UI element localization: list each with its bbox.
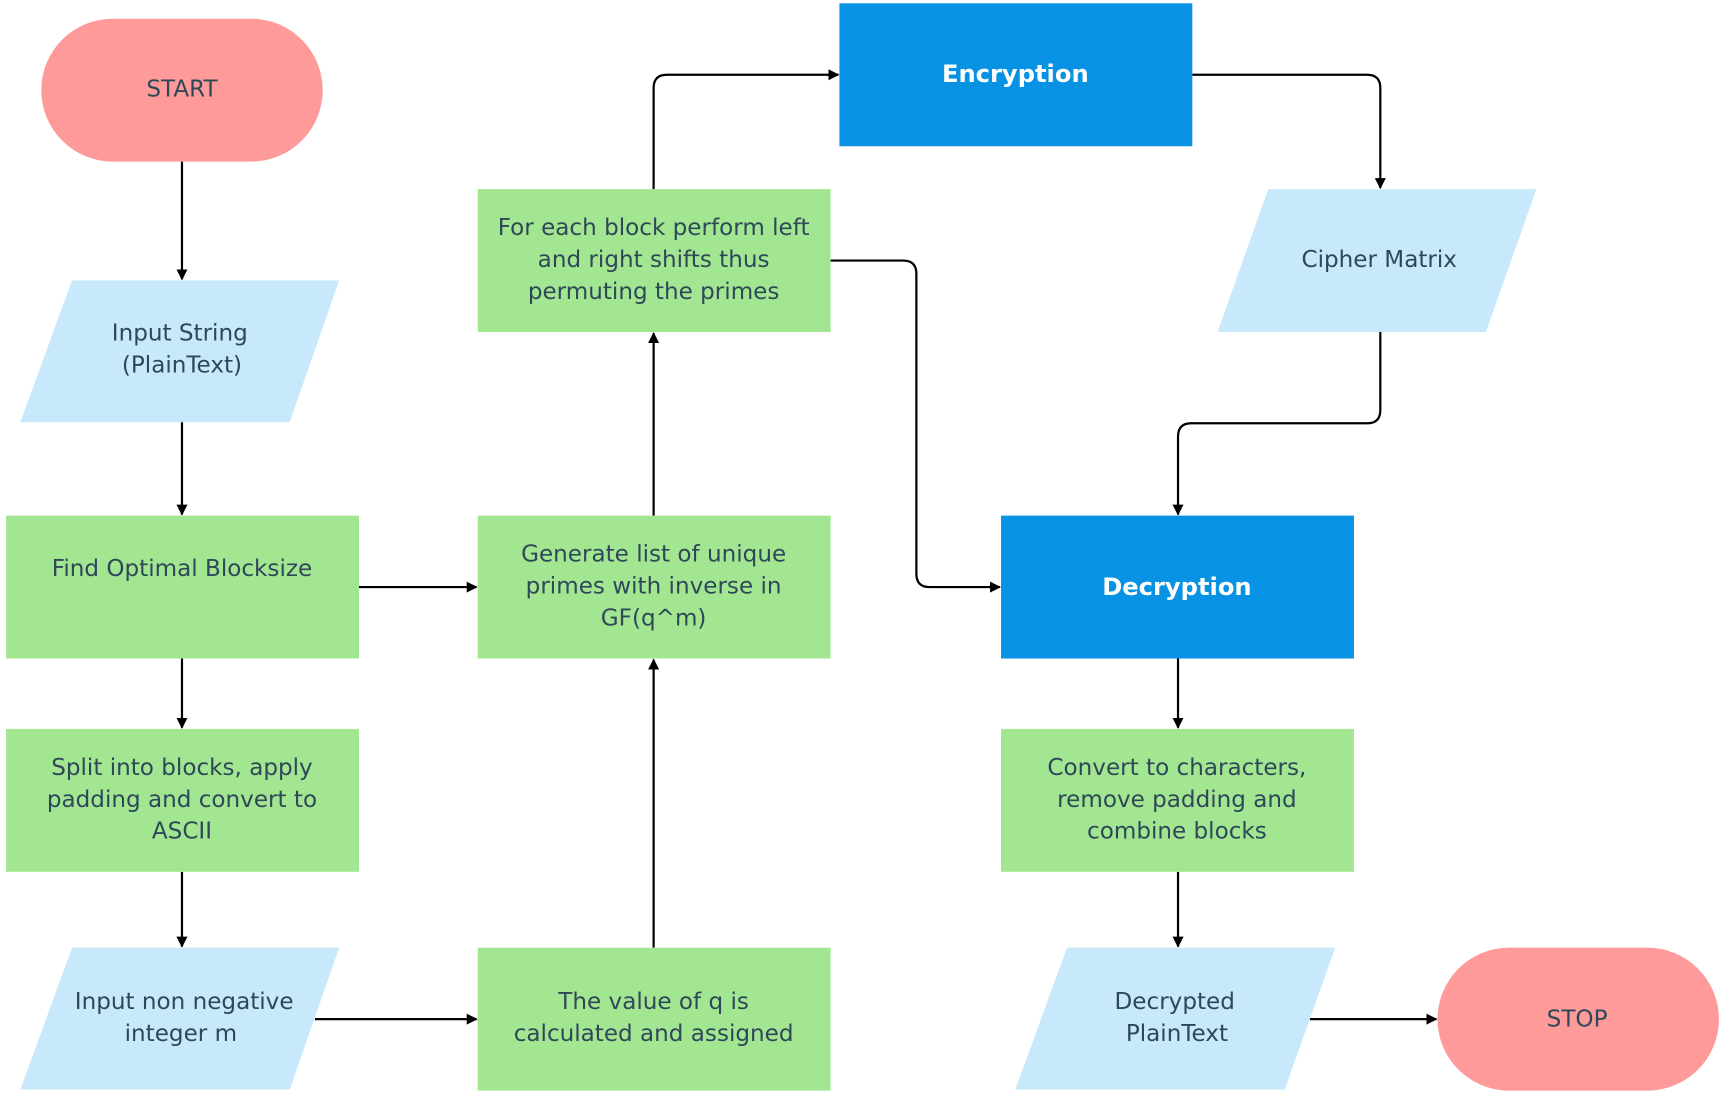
node-label: Decryption	[1102, 573, 1251, 601]
node-label: padding and convert to	[47, 787, 317, 813]
node-split-blocks: Split into blocks, apply padding and con…	[6, 728, 359, 872]
node-label: START	[146, 77, 218, 103]
node-label: PlainText	[1126, 1021, 1228, 1047]
node-label: and right shifts thus	[538, 247, 770, 273]
edge-shifts-encryption	[652, 69, 840, 190]
node-start: START	[41, 18, 323, 162]
node-label: Find Optimal Blocksize	[52, 556, 312, 582]
node-cipher-matrix: Cipher Matrix	[1217, 189, 1537, 333]
node-label: Input non negative	[75, 989, 294, 1015]
node-label: combine blocks	[1087, 819, 1267, 845]
node-label: Cipher Matrix	[1301, 247, 1457, 273]
node-label: ASCII	[152, 819, 212, 845]
node-q-value: The value of q is calculated and assigne…	[477, 947, 831, 1091]
node-label: Encryption	[942, 60, 1089, 88]
node-encryption: Encryption	[839, 3, 1193, 147]
node-input-m: Input non negative integer m	[20, 947, 340, 1090]
node-label: calculated and assigned	[514, 1021, 794, 1047]
edge-encryption-cipher	[1192, 73, 1386, 190]
node-find-blocksize: Find Optimal Blocksize	[6, 515, 359, 659]
node-input-string: Input String (PlainText)	[20, 280, 340, 423]
flowchart: START Input String (PlainText) Find Opti…	[6, 3, 1719, 1091]
node-label: For each block perform left	[498, 215, 810, 241]
node-label: GF(q^m)	[601, 605, 707, 631]
node-label: Convert to characters,	[1047, 755, 1306, 781]
node-label: Split into blocks, apply	[51, 755, 313, 781]
node-label: permuting the primes	[528, 279, 780, 305]
node-generate-primes: Generate list of unique primes with inve…	[477, 515, 831, 659]
node-label: Input String	[112, 321, 248, 347]
edge-shifts-decryption	[830, 259, 1002, 593]
node-label: (PlainText)	[122, 353, 242, 379]
node-label: remove padding and	[1057, 787, 1297, 813]
node-label: primes with inverse in	[526, 574, 782, 600]
node-stop: STOP	[1437, 947, 1719, 1091]
node-label: STOP	[1547, 1007, 1608, 1033]
edge-cipher-decryption	[1172, 332, 1382, 516]
node-label: integer m	[125, 1021, 237, 1047]
node-decrypted-plaintext: Decrypted PlainText	[1015, 947, 1336, 1090]
node-shifts: For each block perform left and right sh…	[477, 189, 831, 333]
node-label: The value of q is	[557, 989, 749, 1015]
node-decryption: Decryption	[1001, 515, 1354, 659]
node-convert: Convert to characters, remove padding an…	[1001, 728, 1354, 872]
node-label: Generate list of unique	[521, 542, 786, 568]
node-label: Decrypted	[1115, 989, 1235, 1015]
